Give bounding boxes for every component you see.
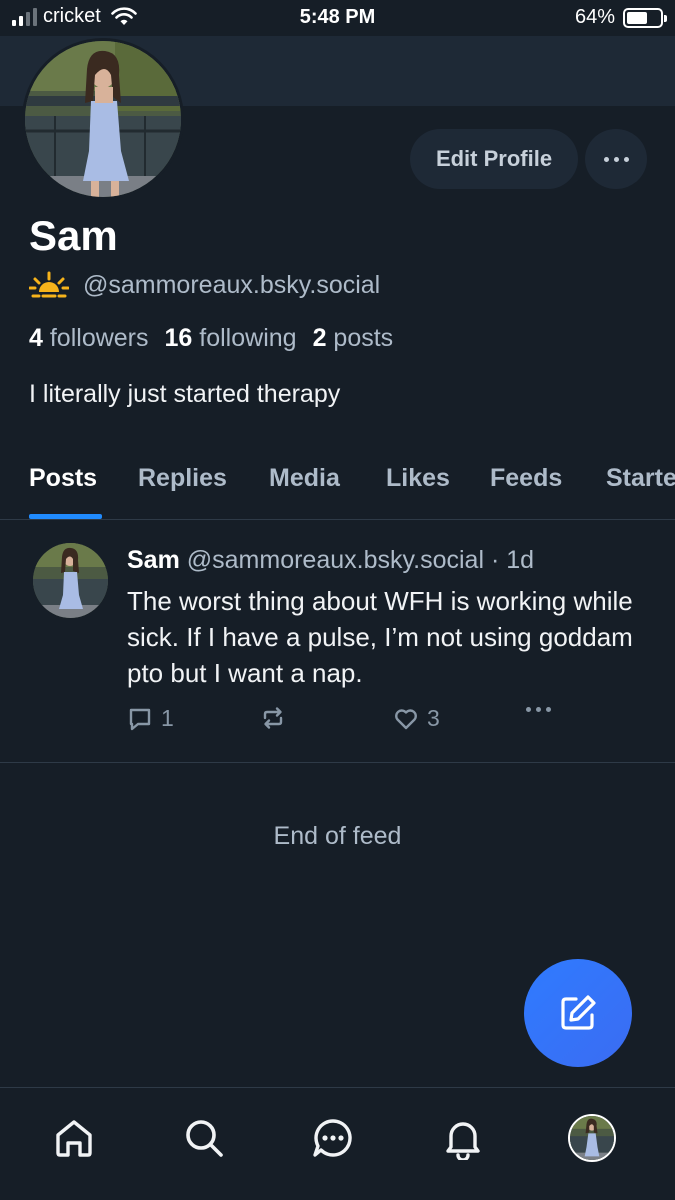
like-count: 3 [427,705,440,731]
sunrise-emoji-icon [29,271,69,298]
posts-count: 2 [312,324,327,352]
profile-tabs: Posts Replies Media Likes Feeds Starte [0,456,675,520]
post-author-avatar[interactable] [33,543,108,618]
post-author-handle[interactable]: @sammoreaux.bsky.social [187,546,484,574]
nav-notifications[interactable] [437,1112,489,1164]
chat-icon [313,1119,352,1157]
status-right: 64% [574,6,667,29]
battery-percent: 64% [574,6,615,28]
notifications-bell-icon [446,1122,480,1160]
tab-media[interactable]: Media [269,464,340,493]
compose-icon [561,995,596,1030]
repost-icon [263,707,283,729]
nav-home[interactable] [48,1112,100,1164]
tab-replies[interactable]: Replies [138,464,227,493]
following-count: 16 [164,324,193,352]
profile-avatar[interactable] [22,38,184,200]
clock: 5:48 PM [299,6,376,28]
handle-row: @sammoreaux.bsky.social [29,270,380,300]
tab-posts[interactable]: Posts [29,464,97,493]
posts-label: posts [333,324,394,352]
repost-button[interactable] [260,705,294,731]
nav-profile-avatar [568,1114,616,1162]
profile-screen: cricket 5:48 PM 64% Edit Profile Sam @sa… [0,0,675,1200]
tab-feeds[interactable]: Feeds [490,464,562,493]
tab-likes[interactable]: Likes [386,464,450,493]
profile-name: Sam [29,212,118,259]
profile-stats: 4 followers 16 following 2 posts [29,324,393,353]
more-options-button[interactable] [585,129,647,189]
edit-profile-button[interactable]: Edit Profile [410,129,578,189]
nav-profile[interactable] [566,1112,618,1164]
home-icon [56,1120,92,1157]
nav-search[interactable] [178,1112,230,1164]
profile-handle: @sammoreaux.bsky.social [83,270,381,299]
status-bar: cricket 5:48 PM 64% [0,0,675,36]
feed-post[interactable]: Sam @sammoreaux.bsky.social · 1d The wor… [0,521,675,763]
posts-stat: 2 posts [313,324,394,353]
post-more-button[interactable] [526,707,551,712]
following-label: following [199,324,297,352]
reply-icon [129,708,151,730]
following-stat[interactable]: 16 following [165,324,297,353]
post-header: Sam @sammoreaux.bsky.social · 1d [127,546,534,575]
end-of-feed-label: End of feed [273,822,402,850]
reply-button[interactable]: 1 [127,705,174,732]
post-timestamp: · 1d [490,546,535,574]
reply-count: 1 [161,705,174,731]
active-tab-indicator [29,514,102,519]
more-horizontal-icon [526,707,551,712]
followers-label: followers [49,324,149,352]
post-author-name[interactable]: Sam [127,546,180,574]
nav-chat[interactable] [307,1112,359,1164]
like-button[interactable]: 3 [393,705,440,732]
profile-bio: I literally just started therapy [29,380,341,408]
compose-post-button[interactable] [524,959,632,1067]
more-horizontal-icon [603,156,629,162]
followers-count: 4 [29,324,43,352]
post-text: The worst thing about WFH is working whi… [127,586,633,688]
battery-icon [623,7,667,28]
heart-icon [395,708,417,729]
post-actions: 1 3 [127,705,577,735]
bottom-navigation [0,1087,675,1200]
tab-starter-packs[interactable]: Starte [606,464,675,493]
search-icon [186,1120,223,1157]
followers-stat[interactable]: 4 followers [29,324,149,353]
